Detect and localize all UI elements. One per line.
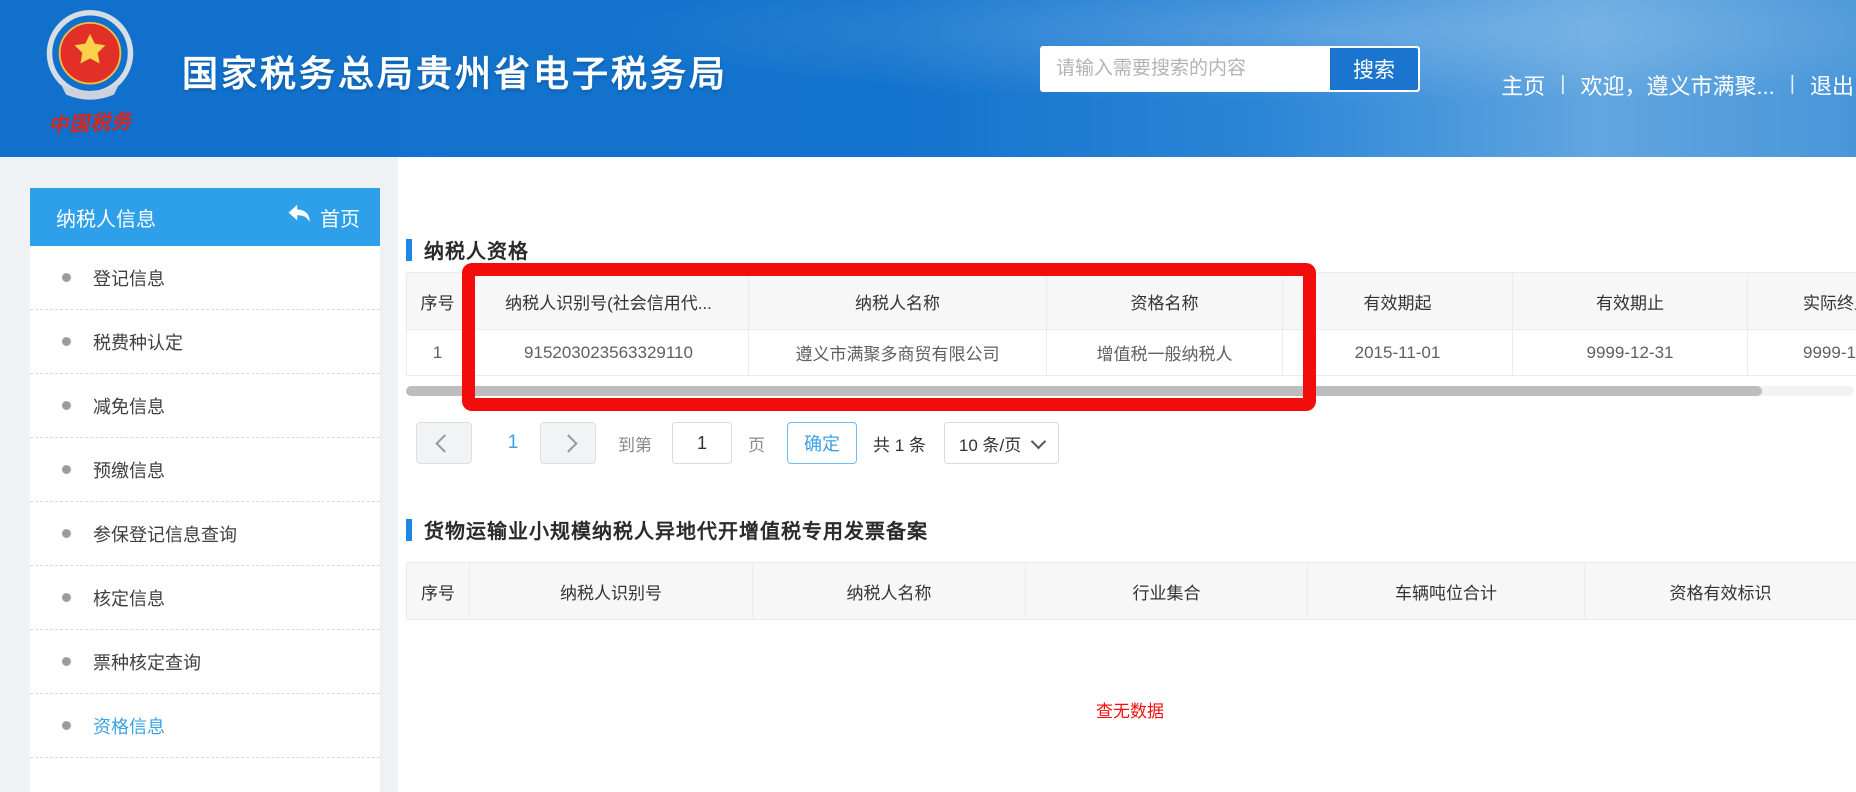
column-header: 序号 [407, 273, 469, 330]
qualification-table-wrap: 序号纳税人识别号(社会信用代...纳税人名称资格名称有效期起有效期止实际终止日期… [406, 272, 1856, 376]
search-button[interactable]: 搜索 [1330, 48, 1418, 90]
search-box: 搜索 [1040, 46, 1420, 92]
nav-logout-link[interactable]: 退出 [1810, 69, 1854, 101]
table-cell: 增值税一般纳税人 [1047, 330, 1283, 376]
sidebar-home-label: 首页 [320, 203, 360, 232]
bullet-icon [62, 721, 71, 730]
horizontal-scrollbar[interactable] [406, 386, 1854, 396]
nav-home-link[interactable]: 主页 [1501, 69, 1545, 101]
column-header: 有效期止 [1513, 273, 1748, 330]
tax-bureau-logo: 中国税务 [34, 10, 146, 136]
sidebar-item-登记信息[interactable]: 登记信息 [30, 246, 380, 310]
main-panel: 纳税人资格 序号纳税人识别号(社会信用代...纳税人名称资格名称有效期起有效期止… [398, 157, 1856, 792]
top-nav: 主页 | 欢迎，遵义市满聚... | 退出 [1501, 6, 1854, 163]
sidebar: 纳税人信息 首页 登记信息税费种认定减免信息预缴信息参保登记信息查询核定信息票种… [30, 188, 380, 792]
chevron-right-icon [559, 434, 577, 452]
bullet-icon [62, 593, 71, 602]
bullet-icon [62, 529, 71, 538]
freight-table-wrap: 序号纳税人识别号纳税人名称行业集合车辆吨位合计资格有效标识 [406, 562, 1856, 620]
sidebar-item-label: 核定信息 [93, 585, 165, 611]
table-cell: 9999-12-31 [1748, 330, 1856, 376]
sidebar-item-label: 预缴信息 [93, 457, 165, 483]
nav-separator: | [1790, 73, 1795, 96]
section-title-bar [406, 519, 412, 541]
page-size-value: 10 条/页 [959, 431, 1021, 456]
nav-welcome-link[interactable]: 欢迎，遵义市满聚... [1580, 69, 1774, 101]
goto-page-suffix-label: 页 [748, 431, 765, 456]
bullet-icon [62, 657, 71, 666]
table-cell: 9999-12-31 [1513, 330, 1748, 376]
sidebar-header: 纳税人信息 首页 [30, 188, 380, 246]
sidebar-item-label: 减免信息 [93, 393, 165, 419]
pagination: 1 到第 页 确定 共 1 条 10 条/页 [406, 422, 1059, 464]
table-cell: 2015-11-01 [1283, 330, 1513, 376]
column-header: 纳税人识别号(社会信用代... [469, 273, 749, 330]
column-header: 有效期起 [1283, 273, 1513, 330]
empty-data-message: 查无数据 [406, 697, 1854, 722]
column-header: 行业集合 [1026, 563, 1308, 620]
page-number-input[interactable] [672, 422, 732, 464]
goto-page-prefix-label: 到第 [618, 431, 652, 456]
page-title: 国家税务总局贵州省电子税务局 [182, 0, 728, 157]
sidebar-item-label: 税费种认定 [93, 329, 183, 355]
table-cell: 遵义市满聚多商贸有限公司 [749, 330, 1047, 376]
sidebar-item-label: 登记信息 [93, 265, 165, 291]
table-row: 1915203023563329110遵义市满聚多商贸有限公司增值税一般纳税人2… [407, 330, 1856, 376]
sidebar-item-label: 资格信息 [93, 713, 165, 739]
column-header: 纳税人名称 [753, 563, 1026, 620]
column-header: 纳税人识别号 [470, 563, 753, 620]
confirm-page-button[interactable]: 确定 [787, 422, 857, 464]
logo-caption: 中国税务 [33, 104, 146, 139]
national-emblem-icon [44, 89, 136, 106]
sidebar-menu: 登记信息税费种认定减免信息预缴信息参保登记信息查询核定信息票种核定查询资格信息 [30, 246, 380, 758]
chevron-left-icon [435, 434, 453, 452]
column-header: 实际终止日期 [1748, 273, 1856, 330]
sidebar-item-减免信息[interactable]: 减免信息 [30, 374, 380, 438]
section-title-bar [406, 239, 412, 261]
caret-down-icon [1031, 433, 1047, 449]
total-records-label: 共 1 条 [873, 431, 926, 456]
column-header: 车辆吨位合计 [1308, 563, 1585, 620]
bullet-icon [62, 273, 71, 282]
section-title-qualification: 纳税人资格 [406, 235, 529, 264]
table-cell: 915203023563329110 [469, 330, 749, 376]
sidebar-item-预缴信息[interactable]: 预缴信息 [30, 438, 380, 502]
current-page-number[interactable]: 1 [498, 432, 528, 454]
next-page-button[interactable] [540, 422, 596, 464]
reply-arrow-icon [287, 204, 311, 230]
qualification-table: 序号纳税人识别号(社会信用代...纳税人名称资格名称有效期起有效期止实际终止日期… [406, 272, 1856, 376]
sidebar-item-label: 票种核定查询 [93, 649, 201, 675]
table-cell: 1 [407, 330, 469, 376]
search-input[interactable] [1042, 48, 1330, 90]
column-header: 纳税人名称 [749, 273, 1047, 330]
sidebar-item-参保登记信息查询[interactable]: 参保登记信息查询 [30, 502, 380, 566]
sidebar-title: 纳税人信息 [56, 203, 156, 232]
sidebar-item-资格信息[interactable]: 资格信息 [30, 694, 380, 758]
horizontal-scrollbar-thumb[interactable] [406, 386, 1762, 396]
nav-separator: | [1560, 73, 1565, 96]
sidebar-home-link[interactable]: 首页 [287, 203, 360, 232]
section-title-freight-filing: 货物运输业小规模纳税人异地代开增值税专用发票备案 [406, 515, 928, 544]
page-size-select[interactable]: 10 条/页 [944, 422, 1059, 464]
bullet-icon [62, 465, 71, 474]
sidebar-item-票种核定查询[interactable]: 票种核定查询 [30, 630, 380, 694]
bullet-icon [62, 337, 71, 346]
app-header: 中国税务 国家税务总局贵州省电子税务局 搜索 主页 | 欢迎，遵义市满聚... … [0, 0, 1856, 157]
freight-table: 序号纳税人识别号纳税人名称行业集合车辆吨位合计资格有效标识 [406, 562, 1856, 620]
sidebar-item-税费种认定[interactable]: 税费种认定 [30, 310, 380, 374]
sidebar-item-核定信息[interactable]: 核定信息 [30, 566, 380, 630]
column-header: 资格有效标识 [1585, 563, 1856, 620]
column-header: 序号 [407, 563, 470, 620]
sidebar-item-label: 参保登记信息查询 [93, 521, 237, 547]
column-header: 资格名称 [1047, 273, 1283, 330]
bullet-icon [62, 401, 71, 410]
prev-page-button[interactable] [416, 422, 472, 464]
